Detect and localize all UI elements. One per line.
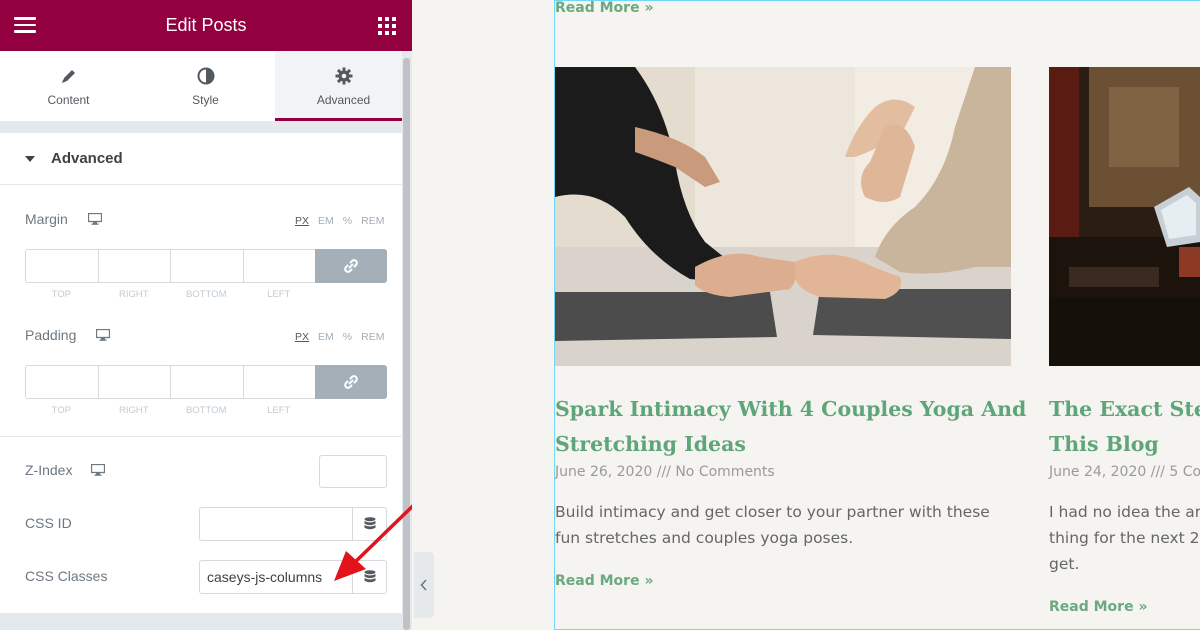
padding-inputs: [25, 365, 387, 399]
tab-style[interactable]: Style: [137, 51, 274, 121]
unit-rem[interactable]: REM: [361, 331, 384, 343]
margin-left-input[interactable]: [242, 249, 316, 283]
margin-inputs: [25, 249, 387, 283]
padding-label: Padding: [25, 327, 77, 343]
unit-em[interactable]: EM: [318, 215, 334, 227]
panel-tabs: Content Style Advanced: [0, 51, 412, 121]
link-icon: [344, 375, 358, 389]
widgets-grid-icon[interactable]: [378, 17, 396, 35]
pencil-icon: [61, 70, 75, 83]
post-excerpt-line: thing for the next 2: [1049, 529, 1200, 547]
css-id-label: CSS ID: [25, 515, 72, 531]
post-title-line[interactable]: Stretching Ideas: [555, 427, 746, 462]
panel-title: Edit Posts: [165, 15, 247, 35]
post-thumbnail[interactable]: [555, 67, 1011, 366]
post-excerpt-line: fun stretches and couples yoga poses.: [555, 529, 854, 547]
margin-top-input[interactable]: [25, 249, 98, 283]
workspace-image: [1049, 67, 1200, 366]
link-icon: [344, 259, 358, 273]
unit-percent[interactable]: %: [343, 215, 352, 227]
panel-footer-band: [0, 613, 402, 630]
tab-advanced-label: Advanced: [316, 93, 371, 107]
margin-bottom-input[interactable]: [170, 249, 243, 283]
unit-percent[interactable]: %: [343, 331, 352, 343]
side-label-right: RIGHT: [118, 405, 149, 416]
unit-rem[interactable]: REM: [361, 215, 384, 227]
margin-units: PX EM% REM: [286, 215, 384, 227]
padding-units: PX EM% REM: [286, 331, 384, 343]
gear-icon: [335, 67, 352, 85]
margin-label: Margin: [25, 211, 68, 227]
side-label-top: TOP: [51, 405, 71, 416]
caret-down-icon: [25, 156, 35, 162]
unit-em[interactable]: EM: [318, 331, 334, 343]
side-label-top: TOP: [51, 289, 71, 300]
side-label-bottom: BOTTOM: [186, 289, 227, 300]
side-label-bottom: BOTTOM: [186, 405, 227, 416]
panel-header: Edit Posts: [0, 0, 412, 51]
side-label-right: RIGHT: [118, 289, 149, 300]
tab-content[interactable]: Content: [0, 51, 137, 121]
padding-side-labels: TOP RIGHT BOTTOM LEFT: [25, 405, 315, 416]
section-title: Advanced: [51, 150, 123, 167]
post-excerpt-line: I had no idea the ar: [1049, 503, 1200, 521]
read-more-link[interactable]: Read More »: [555, 573, 654, 589]
read-more-link[interactable]: Read More »: [555, 0, 654, 16]
margin-right-input[interactable]: [97, 249, 171, 283]
padding-top-input[interactable]: [25, 365, 98, 399]
post-meta: June 24, 2020 /// 5 Co: [1049, 464, 1200, 480]
css-classes-label: CSS Classes: [25, 568, 108, 584]
margin-link-button[interactable]: [315, 249, 387, 283]
collapse-panel-button[interactable]: [414, 552, 434, 618]
couples-yoga-image: [555, 67, 1011, 366]
half-circle-icon: [197, 67, 214, 85]
chevron-left-icon: [420, 579, 427, 591]
tab-advanced[interactable]: Advanced: [275, 51, 412, 121]
section-separator: [0, 121, 402, 133]
padding-link-button[interactable]: [315, 365, 387, 399]
z-index-input[interactable]: [319, 455, 387, 488]
side-label-left: LEFT: [267, 405, 291, 416]
padding-right-input[interactable]: [97, 365, 171, 399]
annotation-arrow: [334, 497, 422, 581]
desktop-responsive-icon[interactable]: [88, 213, 102, 225]
unit-px[interactable]: PX: [295, 215, 309, 227]
desktop-responsive-icon[interactable]: [91, 464, 105, 476]
side-label-left: LEFT: [267, 289, 291, 300]
z-index-label: Z-Index: [25, 462, 73, 478]
post-excerpt-line: Build intimacy and get closer to your pa…: [555, 503, 990, 521]
desktop-responsive-icon[interactable]: [96, 329, 110, 341]
padding-left-input[interactable]: [242, 365, 316, 399]
post-excerpt-line: get.: [1049, 555, 1080, 573]
advanced-section-toggle[interactable]: Advanced: [0, 133, 402, 185]
tab-style-label: Style: [192, 93, 219, 107]
post-meta: June 26, 2020 /// No Comments: [555, 464, 775, 480]
post-title-line[interactable]: This Blog: [1049, 427, 1159, 462]
post-title-line[interactable]: The Exact Step: [1049, 392, 1200, 427]
margin-side-labels: TOP RIGHT BOTTOM LEFT: [25, 289, 315, 300]
divider: [0, 436, 402, 437]
tab-content-label: Content: [47, 93, 90, 107]
padding-bottom-input[interactable]: [170, 365, 243, 399]
unit-px[interactable]: PX: [295, 331, 309, 343]
post-thumbnail[interactable]: [1049, 67, 1200, 366]
read-more-link[interactable]: Read More »: [1049, 599, 1148, 615]
post-title-line[interactable]: Spark Intimacy With 4 Couples Yoga And: [555, 392, 1026, 427]
